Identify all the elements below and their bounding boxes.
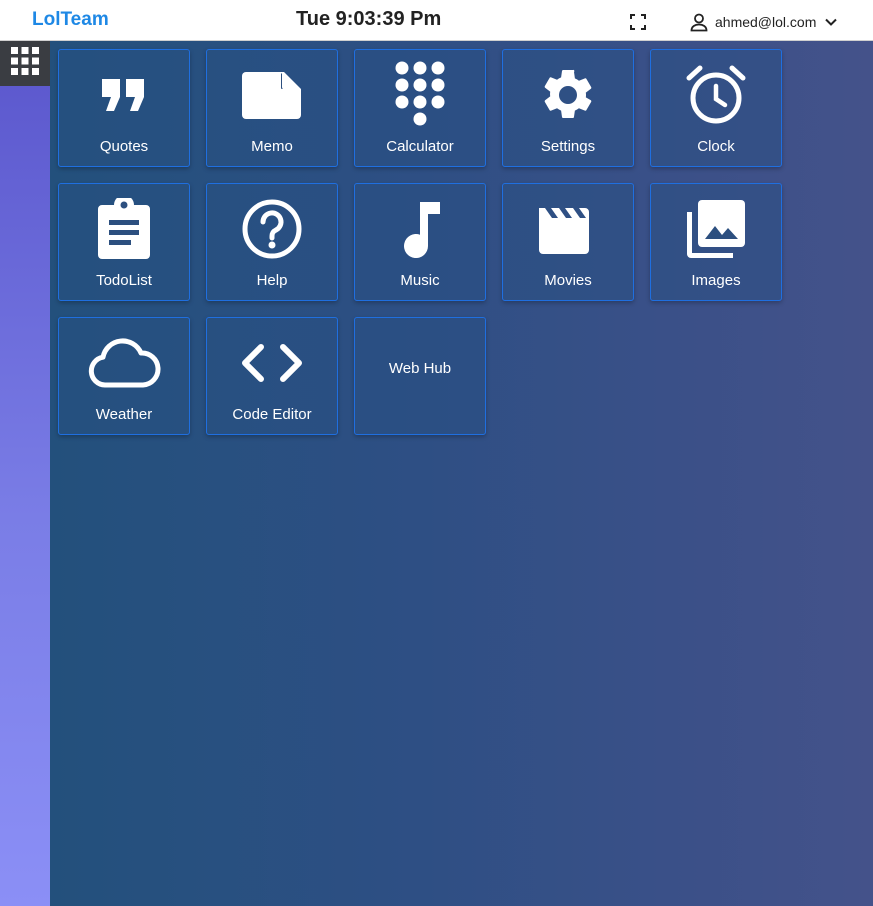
app-label: Movies (544, 272, 592, 289)
app-label: Music (400, 272, 440, 289)
app-label: Web Hub (388, 360, 452, 377)
app-label: Settings (540, 138, 596, 155)
app-tile-weather[interactable]: Weather (58, 317, 190, 435)
app-tile-clock[interactable]: Clock (650, 49, 782, 167)
image-library-icon (651, 196, 781, 262)
music-note-icon (355, 196, 485, 262)
app-label: Clock (697, 138, 735, 155)
app-grid-button[interactable] (0, 41, 50, 86)
brand-logo[interactable]: LolTeam (32, 9, 109, 31)
user-icon (689, 12, 709, 32)
app-tile-web-hub[interactable]: Web Hub (354, 317, 486, 435)
clipboard-icon (59, 196, 189, 262)
app-label: Weather (95, 406, 153, 423)
app-label: TodoList (96, 272, 152, 289)
app-label: Calculator (386, 138, 454, 155)
app-label: Memo (251, 138, 293, 155)
app-tile-memo[interactable]: Memo (206, 49, 338, 167)
gear-icon (503, 62, 633, 128)
dialpad-icon (355, 58, 485, 130)
app-label: Images (691, 272, 741, 289)
grid-icon (10, 46, 40, 81)
app-label: Quotes (99, 138, 149, 155)
clapperboard-icon (503, 196, 633, 262)
cloud-icon (59, 330, 189, 396)
app-tile-quotes[interactable]: Quotes (58, 49, 190, 167)
app-tile-code-editor[interactable]: Code Editor (206, 317, 338, 435)
fullscreen-icon[interactable] (630, 14, 646, 30)
sidebar (0, 41, 50, 906)
alarm-clock-icon (651, 62, 781, 128)
app-label: Code Editor (232, 406, 312, 423)
app-tile-help[interactable]: Help (206, 183, 338, 301)
app-tile-images[interactable]: Images (650, 183, 782, 301)
datetime-display: Tue 9:03:39 Pm (296, 8, 442, 30)
app-label: Help (256, 272, 288, 289)
quote-icon (59, 62, 189, 128)
app-tile-movies[interactable]: Movies (502, 183, 634, 301)
user-menu[interactable]: ahmed@lol.com (689, 12, 838, 32)
app-tile-settings[interactable]: Settings (502, 49, 634, 167)
top-bar: LolTeam Tue 9:03:39 Pm ahmed@lol.com (0, 0, 873, 41)
note-icon (207, 62, 337, 128)
user-email: ahmed@lol.com (715, 14, 817, 30)
desktop: Quotes Memo Calculator Settings Clock To… (50, 41, 873, 906)
code-icon (207, 330, 337, 396)
app-tile-todolist[interactable]: TodoList (58, 183, 190, 301)
help-circle-icon (207, 196, 337, 262)
app-tile-music[interactable]: Music (354, 183, 486, 301)
chevron-down-icon (824, 15, 838, 29)
app-tile-calculator[interactable]: Calculator (354, 49, 486, 167)
